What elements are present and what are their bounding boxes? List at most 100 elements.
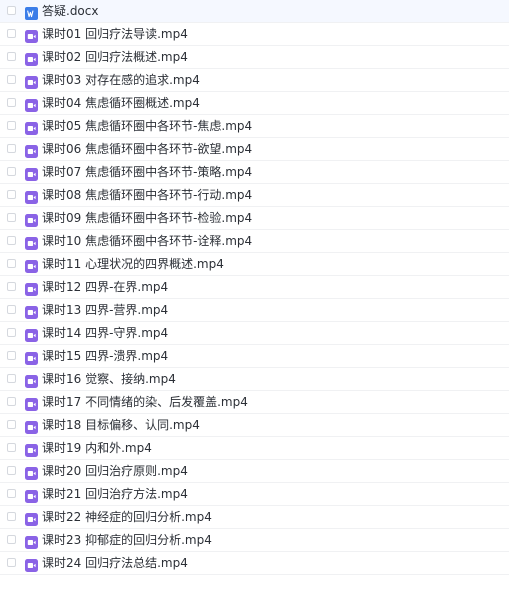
video-file-icon <box>25 304 38 319</box>
file-row[interactable]: 课时01 回归疗法导读.mp4 <box>0 23 509 46</box>
file-name[interactable]: 课时12 四界-在界.mp4 <box>42 279 168 295</box>
row-checkbox[interactable] <box>7 190 16 199</box>
file-row[interactable]: 课时14 四界-守界.mp4 <box>0 322 509 345</box>
row-checkbox[interactable] <box>7 6 16 15</box>
video-file-icon <box>25 212 38 227</box>
file-row[interactable]: 课时24 回归疗法总结.mp4 <box>0 552 509 575</box>
video-file-icon <box>25 534 38 549</box>
file-row[interactable]: 课时19 内和外.mp4 <box>0 437 509 460</box>
video-file-icon <box>25 28 38 43</box>
row-checkbox[interactable] <box>7 489 16 498</box>
row-checkbox[interactable] <box>7 305 16 314</box>
video-file-icon <box>25 235 38 250</box>
row-checkbox[interactable] <box>7 535 16 544</box>
video-file-icon <box>25 442 38 457</box>
row-checkbox[interactable] <box>7 374 16 383</box>
row-checkbox[interactable] <box>7 351 16 360</box>
video-file-icon <box>25 327 38 342</box>
file-name[interactable]: 课时07 焦虑循环圈中各环节-策略.mp4 <box>42 164 252 180</box>
file-name[interactable]: 课时01 回归疗法导读.mp4 <box>42 26 188 42</box>
video-file-icon <box>25 396 38 411</box>
row-checkbox[interactable] <box>7 236 16 245</box>
file-name[interactable]: 课时15 四界-溃界.mp4 <box>42 348 168 364</box>
video-file-icon <box>25 120 38 135</box>
file-row[interactable]: 课时11 心理状况的四界概述.mp4 <box>0 253 509 276</box>
file-row[interactable]: 课时17 不同情绪的染、后发覆盖.mp4 <box>0 391 509 414</box>
file-name[interactable]: 课时14 四界-守界.mp4 <box>42 325 168 341</box>
file-name[interactable]: 课时02 回归疗法概述.mp4 <box>42 49 188 65</box>
video-file-icon <box>25 189 38 204</box>
file-name[interactable]: 课时10 焦虑循环圈中各环节-诠释.mp4 <box>42 233 252 249</box>
file-name[interactable]: 课时13 四界-营界.mp4 <box>42 302 168 318</box>
video-file-icon <box>25 373 38 388</box>
video-file-icon <box>25 281 38 296</box>
video-file-icon <box>25 465 38 480</box>
row-checkbox[interactable] <box>7 75 16 84</box>
file-name[interactable]: 课时06 焦虑循环圈中各环节-欲望.mp4 <box>42 141 252 157</box>
video-file-icon <box>25 258 38 273</box>
row-checkbox[interactable] <box>7 420 16 429</box>
file-name[interactable]: 答疑.docx <box>42 3 98 19</box>
row-checkbox[interactable] <box>7 259 16 268</box>
file-row[interactable]: 课时16 觉察、接纳.mp4 <box>0 368 509 391</box>
file-row[interactable]: 课时06 焦虑循环圈中各环节-欲望.mp4 <box>0 138 509 161</box>
row-checkbox[interactable] <box>7 213 16 222</box>
file-name[interactable]: 课时03 对存在感的追求.mp4 <box>42 72 200 88</box>
file-row[interactable]: 课时23 抑郁症的回归分析.mp4 <box>0 529 509 552</box>
file-name[interactable]: 课时24 回归疗法总结.mp4 <box>42 555 188 571</box>
row-checkbox[interactable] <box>7 282 16 291</box>
video-file-icon <box>25 350 38 365</box>
file-name[interactable]: 课时18 目标偏移、认同.mp4 <box>42 417 200 433</box>
file-row[interactable]: 课时09 焦虑循环圈中各环节-检验.mp4 <box>0 207 509 230</box>
file-name[interactable]: 课时22 神经症的回归分析.mp4 <box>42 509 212 525</box>
file-row[interactable]: 答疑.docx <box>0 0 509 23</box>
video-file-icon <box>25 488 38 503</box>
file-name[interactable]: 课时19 内和外.mp4 <box>42 440 152 456</box>
file-name[interactable]: 课时05 焦虑循环圈中各环节-焦虑.mp4 <box>42 118 252 134</box>
file-name[interactable]: 课时04 焦虑循环圈概述.mp4 <box>42 95 200 111</box>
file-name[interactable]: 课时08 焦虑循环圈中各环节-行动.mp4 <box>42 187 252 203</box>
row-checkbox[interactable] <box>7 397 16 406</box>
video-file-icon <box>25 511 38 526</box>
file-row[interactable]: 课时07 焦虑循环圈中各环节-策略.mp4 <box>0 161 509 184</box>
file-name[interactable]: 课时23 抑郁症的回归分析.mp4 <box>42 532 212 548</box>
row-checkbox[interactable] <box>7 443 16 452</box>
file-row[interactable]: 课时03 对存在感的追求.mp4 <box>0 69 509 92</box>
file-name[interactable]: 课时11 心理状况的四界概述.mp4 <box>42 256 224 272</box>
row-checkbox[interactable] <box>7 167 16 176</box>
row-checkbox[interactable] <box>7 144 16 153</box>
row-checkbox[interactable] <box>7 512 16 521</box>
file-name[interactable]: 课时20 回归治疗原则.mp4 <box>42 463 188 479</box>
row-checkbox[interactable] <box>7 466 16 475</box>
row-checkbox[interactable] <box>7 29 16 38</box>
file-row[interactable]: 课时02 回归疗法概述.mp4 <box>0 46 509 69</box>
video-file-icon <box>25 97 38 112</box>
row-checkbox[interactable] <box>7 98 16 107</box>
file-name[interactable]: 课时21 回归治疗方法.mp4 <box>42 486 188 502</box>
file-name[interactable]: 课时17 不同情绪的染、后发覆盖.mp4 <box>42 394 248 410</box>
file-row[interactable]: 课时22 神经症的回归分析.mp4 <box>0 506 509 529</box>
file-row[interactable]: 课时12 四界-在界.mp4 <box>0 276 509 299</box>
file-row[interactable]: 课时10 焦虑循环圈中各环节-诠释.mp4 <box>0 230 509 253</box>
video-file-icon <box>25 143 38 158</box>
file-row[interactable]: 课时04 焦虑循环圈概述.mp4 <box>0 92 509 115</box>
video-file-icon <box>25 51 38 66</box>
file-row[interactable]: 课时21 回归治疗方法.mp4 <box>0 483 509 506</box>
video-file-icon <box>25 419 38 434</box>
file-list: 答疑.docx 课时01 回归疗法导读.mp4 课时02 回归疗法概述.mp4 课时0… <box>0 0 509 592</box>
file-row[interactable]: 课时18 目标偏移、认同.mp4 <box>0 414 509 437</box>
file-row[interactable]: 课时20 回归治疗原则.mp4 <box>0 460 509 483</box>
row-checkbox[interactable] <box>7 328 16 337</box>
file-row[interactable]: 课时08 焦虑循环圈中各环节-行动.mp4 <box>0 184 509 207</box>
video-file-icon <box>25 74 38 89</box>
file-row[interactable]: 课时13 四界-营界.mp4 <box>0 299 509 322</box>
row-checkbox[interactable] <box>7 121 16 130</box>
file-name[interactable]: 课时16 觉察、接纳.mp4 <box>42 371 176 387</box>
file-row[interactable]: 课时15 四界-溃界.mp4 <box>0 345 509 368</box>
file-name[interactable]: 课时09 焦虑循环圈中各环节-检验.mp4 <box>42 210 252 226</box>
video-file-icon <box>25 166 38 181</box>
video-file-icon <box>25 557 38 572</box>
file-row[interactable]: 课时05 焦虑循环圈中各环节-焦虑.mp4 <box>0 115 509 138</box>
row-checkbox[interactable] <box>7 52 16 61</box>
row-checkbox[interactable] <box>7 558 16 567</box>
